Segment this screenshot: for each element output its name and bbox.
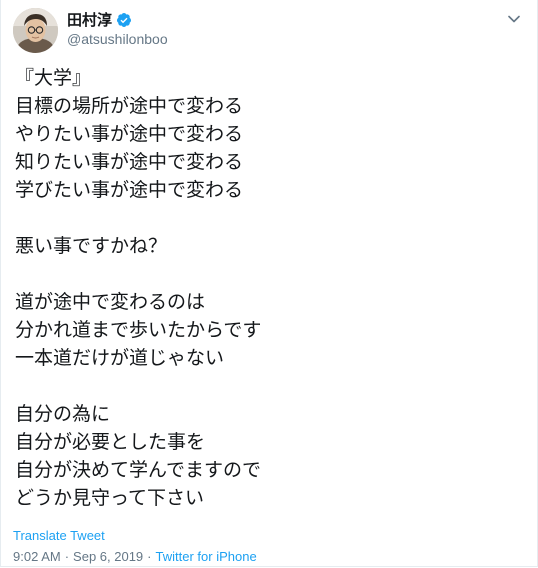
tweet-line: 『大学』 (15, 67, 92, 89)
tweet-text: 『大学』 目標の場所が途中で変わる やりたい事が途中で変わる 知りたい事が途中で… (15, 64, 515, 512)
tweet-line: どうか見守って下さい (15, 487, 205, 509)
tweet-time[interactable]: 9:02 AM (13, 549, 61, 564)
tweet-line: 知りたい事が途中で変わる (15, 151, 244, 173)
meta-separator: · (64, 549, 70, 564)
tweet-line: 自分が決めて学んでますので (15, 459, 262, 481)
tweet-line: やりたい事が途中で変わる (15, 123, 244, 145)
tweet-line: 道が途中で変わるのは (15, 291, 206, 313)
tweet-meta: 9:02 AM · Sep 6, 2019 · Twitter for iPhone (13, 549, 257, 565)
author-handle[interactable]: @atsushilonboo (67, 30, 168, 48)
author-name[interactable]: 田村淳 (67, 10, 112, 30)
meta-separator: · (147, 549, 152, 564)
author-name-row[interactable]: 田村淳 (67, 10, 132, 30)
tweet-line: 目標の場所が途中で変わる (15, 95, 244, 117)
avatar-image (13, 8, 58, 53)
translate-tweet-link[interactable]: Translate Tweet (13, 528, 105, 544)
chevron-down-icon[interactable] (507, 12, 521, 26)
tweet-line (15, 260, 515, 288)
tweet-line: 悪い事ですかね？ (15, 235, 168, 257)
tweet-line: 学びたい事が途中で変わる (15, 179, 244, 201)
tweet-line (15, 204, 515, 232)
tweet-line: 自分の為に (15, 403, 111, 425)
tweet-date[interactable]: Sep 6, 2019 (73, 549, 143, 564)
avatar[interactable] (13, 8, 58, 53)
tweet-source-link[interactable]: Twitter for iPhone (156, 549, 257, 564)
tweet-line: 自分が必要とした事を (15, 431, 206, 453)
tweet-line: 一本道だけが道じゃない (15, 347, 225, 369)
tweet-line: 分かれ道まで歩いたからです (15, 319, 262, 341)
verified-badge-icon (117, 13, 132, 27)
tweet-line (15, 372, 515, 400)
tweet-card: 田村淳 @atsushilonboo 『大学』 目標の場所が途中で変わる やりた… (0, 0, 538, 567)
